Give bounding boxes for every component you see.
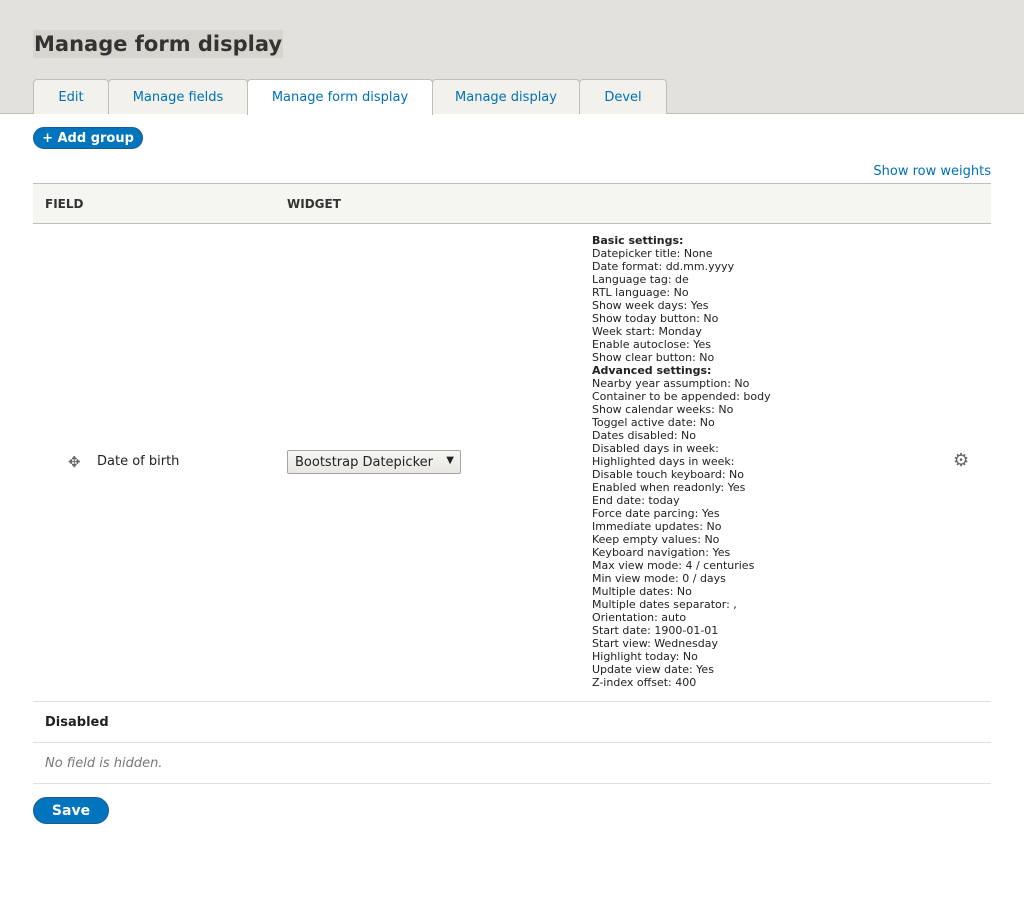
setting-line: RTL language: No — [592, 286, 689, 299]
setting-line: Nearby year assumption: No — [592, 377, 750, 390]
setting-line: Keep empty values: No — [592, 533, 720, 546]
setting-line: Disable touch keyboard: No — [592, 468, 745, 481]
table-row: ✥ Date of birth Bootstrap Datepicker ▼ Ba… — [33, 224, 991, 702]
setting-line: Keyboard navigation: Yes — [592, 546, 731, 559]
table-header: FIELD WIDGET — [33, 183, 991, 224]
tab-devel[interactable]: Devel — [579, 79, 667, 114]
setting-line: Show clear button: No — [592, 351, 715, 364]
setting-line: Container to be appended: body — [592, 390, 771, 403]
tab-manage-display[interactable]: Manage display — [432, 79, 580, 114]
setting-line: Z-index offset: 400 — [592, 676, 697, 689]
setting-line: Immediate updates: No — [592, 520, 722, 533]
widget-select-value: Bootstrap Datepicker — [295, 455, 433, 470]
gear-icon[interactable]: ⚙ — [953, 450, 969, 471]
tabs: Edit Manage fields Manage form display M… — [33, 79, 667, 115]
tab-edit[interactable]: Edit — [33, 79, 109, 114]
setting-line: Show calendar weeks: No — [592, 403, 734, 416]
page-title: Manage form display — [33, 30, 284, 58]
setting-line: Update view date: Yes — [592, 663, 714, 676]
basic-settings-heading: Basic settings: — [592, 234, 684, 247]
disabled-region-title: Disabled — [33, 702, 991, 743]
advanced-settings-heading: Advanced settings: — [592, 364, 712, 377]
setting-line: Orientation: auto — [592, 611, 687, 624]
setting-line: Highlighted days in week: — [592, 455, 735, 468]
show-row-weights-link[interactable]: Show row weights — [873, 164, 991, 179]
column-header-widget: WIDGET — [287, 197, 341, 211]
tab-manage-form-display[interactable]: Manage form display — [247, 79, 433, 115]
setting-line: Datepicker title: None — [592, 247, 713, 260]
column-header-field: FIELD — [45, 197, 84, 211]
setting-line: Enabled when readonly: Yes — [592, 481, 746, 494]
chevron-down-icon: ▼ — [446, 455, 454, 466]
no-hidden-fields-message: No field is hidden. — [33, 743, 991, 784]
setting-line: Dates disabled: No — [592, 429, 696, 442]
setting-line: Week start: Monday — [592, 325, 702, 338]
setting-line: Enable autoclose: Yes — [592, 338, 712, 351]
setting-line: Start date: 1900-01-01 — [592, 624, 719, 637]
drag-handle-icon[interactable]: ✥ — [68, 453, 81, 471]
setting-line: Show today button: No — [592, 312, 719, 325]
setting-line: End date: today — [592, 494, 680, 507]
field-name: Date of birth — [97, 454, 180, 469]
setting-line: Highlight today: No — [592, 650, 698, 663]
setting-line: Multiple dates: No — [592, 585, 692, 598]
save-button[interactable]: Save — [33, 797, 109, 824]
setting-line: Force date parcing: Yes — [592, 507, 720, 520]
page-header: Manage form display Edit Manage fields M… — [0, 0, 1024, 115]
setting-line: Show week days: Yes — [592, 299, 709, 312]
setting-line: Multiple dates separator: , — [592, 598, 737, 611]
setting-line: Min view mode: 0 / days — [592, 572, 726, 585]
setting-line: Max view mode: 4 / centuries — [592, 559, 755, 572]
tab-manage-fields[interactable]: Manage fields — [108, 79, 248, 114]
setting-line: Date format: dd.mm.yyyy — [592, 260, 735, 273]
setting-line: Language tag: de — [592, 273, 689, 286]
setting-line: Toggel active date: No — [592, 416, 715, 429]
add-group-button[interactable]: + Add group — [33, 127, 143, 149]
widget-settings-summary: Basic settings: Datepicker title: None Da… — [592, 234, 771, 689]
widget-select[interactable]: Bootstrap Datepicker ▼ — [287, 450, 461, 474]
setting-line: Disabled days in week: — [592, 442, 719, 455]
setting-line: Start view: Wednesday — [592, 637, 718, 650]
